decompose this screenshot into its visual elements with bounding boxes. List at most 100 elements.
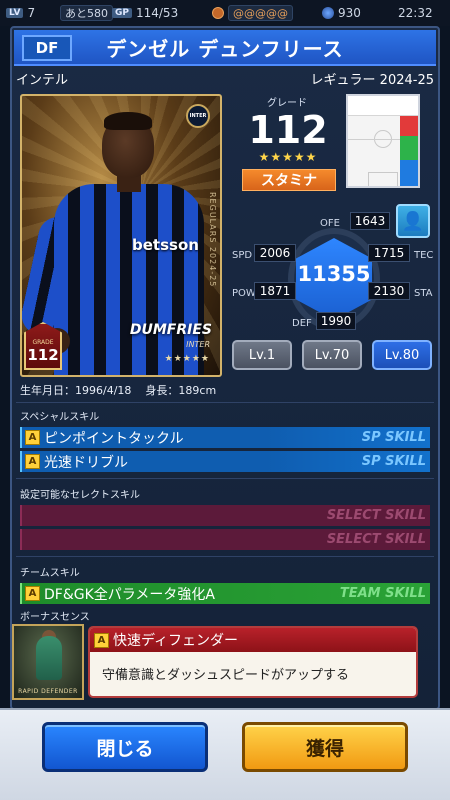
- ofe-value: 1643: [350, 212, 390, 230]
- bonus-description: 守備意識とダッシュスピードがアップする: [102, 668, 350, 683]
- level-badge: LV: [6, 8, 24, 18]
- gp-value: 114/53: [135, 6, 179, 20]
- height: 身長：189cm: [145, 384, 217, 397]
- special-skill-row[interactable]: A ピンポイントタックル SP SKILL: [20, 427, 430, 448]
- pitch-penalty-box: [368, 172, 398, 186]
- gp-remaining: あと580: [60, 5, 113, 21]
- divider: [16, 478, 434, 479]
- club-logo-icon: INTER: [186, 104, 210, 128]
- pow-label: POW: [232, 288, 256, 299]
- gp-icon: GP: [112, 8, 132, 18]
- play-style-badge: スタミナ: [242, 169, 336, 191]
- level-1-button[interactable]: Lv.1: [232, 340, 292, 370]
- special-skill-row[interactable]: A 光速ドリブル SP SKILL: [20, 451, 430, 472]
- pitch-half-line: [348, 139, 400, 140]
- card-grade-label: GRADE: [32, 339, 54, 346]
- pitch-zone-right-wing: [400, 116, 418, 136]
- player-profile: 生年月日：1996/4/18 身長：189cm: [20, 382, 216, 398]
- def-label: DEF: [292, 318, 312, 329]
- tec-value: 1715: [368, 244, 410, 262]
- gem-value: 930: [338, 6, 361, 20]
- skill-tag: SELECT SKILL: [326, 508, 426, 523]
- player-level: LV 7: [6, 4, 35, 22]
- bonus-title: 快速ディフェンダー: [113, 633, 239, 649]
- coin-pill: @@@@@: [212, 4, 293, 22]
- player-jersey: [54, 184, 204, 375]
- pow-value: 1871: [254, 282, 296, 300]
- level-80-button[interactable]: Lv.80: [372, 340, 432, 370]
- rank-badge: A: [25, 430, 40, 445]
- card-type: レギュラー 2024-25: [310, 72, 434, 88]
- tec-label: TEC: [414, 250, 434, 261]
- gp-indicator: GP 114/53: [112, 4, 178, 22]
- gem-counter: 930: [322, 4, 361, 22]
- sub-header: インテル レギュラー 2024-25: [16, 68, 434, 88]
- close-button[interactable]: 閉じる: [42, 722, 208, 772]
- pitch-zone-right-back: [400, 160, 418, 186]
- bonus-sense-card[interactable]: A 快速ディフェンダー 守備意識とダッシュスピードがアップする: [88, 626, 418, 698]
- grade-label: グレード: [267, 98, 307, 109]
- grade-value: 112: [248, 108, 328, 152]
- spd-value: 2006: [254, 244, 296, 262]
- bottom-action-bar: 閉じる 獲得: [0, 708, 450, 800]
- rank-badge: A: [25, 586, 40, 601]
- spd-label: SPD: [232, 250, 253, 261]
- pitch-zone-right-mid: [400, 136, 418, 160]
- bonus-image-label: RAPID DEFENDER: [18, 688, 78, 695]
- select-skill-slot[interactable]: SELECT SKILL: [20, 505, 430, 526]
- person-swap-icon: 👤: [401, 210, 425, 232]
- skill-name: DF&GK全パラメータ強化A: [44, 586, 215, 603]
- coin-icon: [212, 7, 224, 19]
- skill-tag: SP SKILL: [361, 430, 426, 445]
- sta-label: STA: [414, 288, 433, 299]
- level-value: 7: [27, 6, 36, 20]
- rank-badge: A: [25, 454, 40, 469]
- status-bar: LV 7 あと580 GP 114/53 @@@@@ 930 22:32: [0, 0, 450, 26]
- level-70-button[interactable]: Lv.70: [302, 340, 362, 370]
- clock: 22:32: [398, 4, 433, 22]
- player-detail-panel: DF デンゼル デュンフリース インテル レギュラー 2024-25 INTER…: [10, 26, 440, 710]
- bonus-sense-heading: ボーナスセンス: [20, 612, 90, 623]
- ofe-label: OFE: [320, 218, 340, 229]
- figure-body: [36, 636, 62, 680]
- select-skill-slot[interactable]: SELECT SKILL: [20, 529, 430, 550]
- rank-badge: A: [94, 632, 109, 648]
- divider: [16, 556, 434, 557]
- title-bar: DF デンゼル デュンフリース: [14, 30, 436, 66]
- skill-name: 光速ドリブル: [44, 454, 128, 471]
- jersey-sponsor: betsson: [132, 236, 199, 254]
- team-skill-row[interactable]: A DF&GK全パラメータ強化A TEAM SKILL: [20, 583, 430, 604]
- team-skill-heading: チームスキル: [20, 568, 80, 579]
- acquire-button[interactable]: 獲得: [242, 722, 408, 772]
- select-skill-heading: 設定可能なセレクトスキル: [20, 490, 140, 501]
- coin-slots: @@@@@: [228, 5, 293, 21]
- skill-tag: SELECT SKILL: [326, 532, 426, 547]
- pitch-zone-forward: [348, 96, 418, 116]
- skill-tag: TEAM SKILL: [339, 586, 426, 601]
- sta-value: 2130: [368, 282, 410, 300]
- player-hair: [104, 112, 152, 130]
- position-badge: DF: [22, 35, 72, 61]
- card-team-name: INTER: [186, 340, 210, 349]
- grade-stars: ★★★★★: [258, 150, 318, 164]
- card-grade-value: 112: [27, 346, 59, 364]
- skill-name: ピンポイントタックル: [44, 430, 184, 447]
- bonus-title-bar: A 快速ディフェンダー: [90, 628, 416, 652]
- gem-icon: [322, 7, 334, 19]
- player-card[interactable]: INTER REGULARS 2024-25 betsson DUMFRIES …: [20, 94, 222, 377]
- player-name: デンゼル デュンフリース: [106, 36, 344, 61]
- divider: [16, 402, 434, 403]
- birthday: 生年月日：1996/4/18: [20, 384, 132, 397]
- player-swap-button[interactable]: 👤: [396, 204, 430, 238]
- special-skill-heading: スペシャルスキル: [20, 412, 100, 423]
- card-series-text: REGULARS 2024-25: [208, 192, 217, 288]
- skill-tag: SP SKILL: [361, 454, 426, 469]
- card-player-name: DUMFRIES: [129, 322, 212, 338]
- team-name: インテル: [16, 72, 69, 88]
- card-stars: ★★★★★: [164, 354, 210, 364]
- bonus-sense-image[interactable]: RAPID DEFENDER: [12, 624, 84, 700]
- position-map: [346, 94, 420, 188]
- def-value: 1990: [316, 312, 356, 330]
- gp-pill: あと580: [60, 4, 113, 22]
- clock-time: 22:32: [398, 6, 433, 20]
